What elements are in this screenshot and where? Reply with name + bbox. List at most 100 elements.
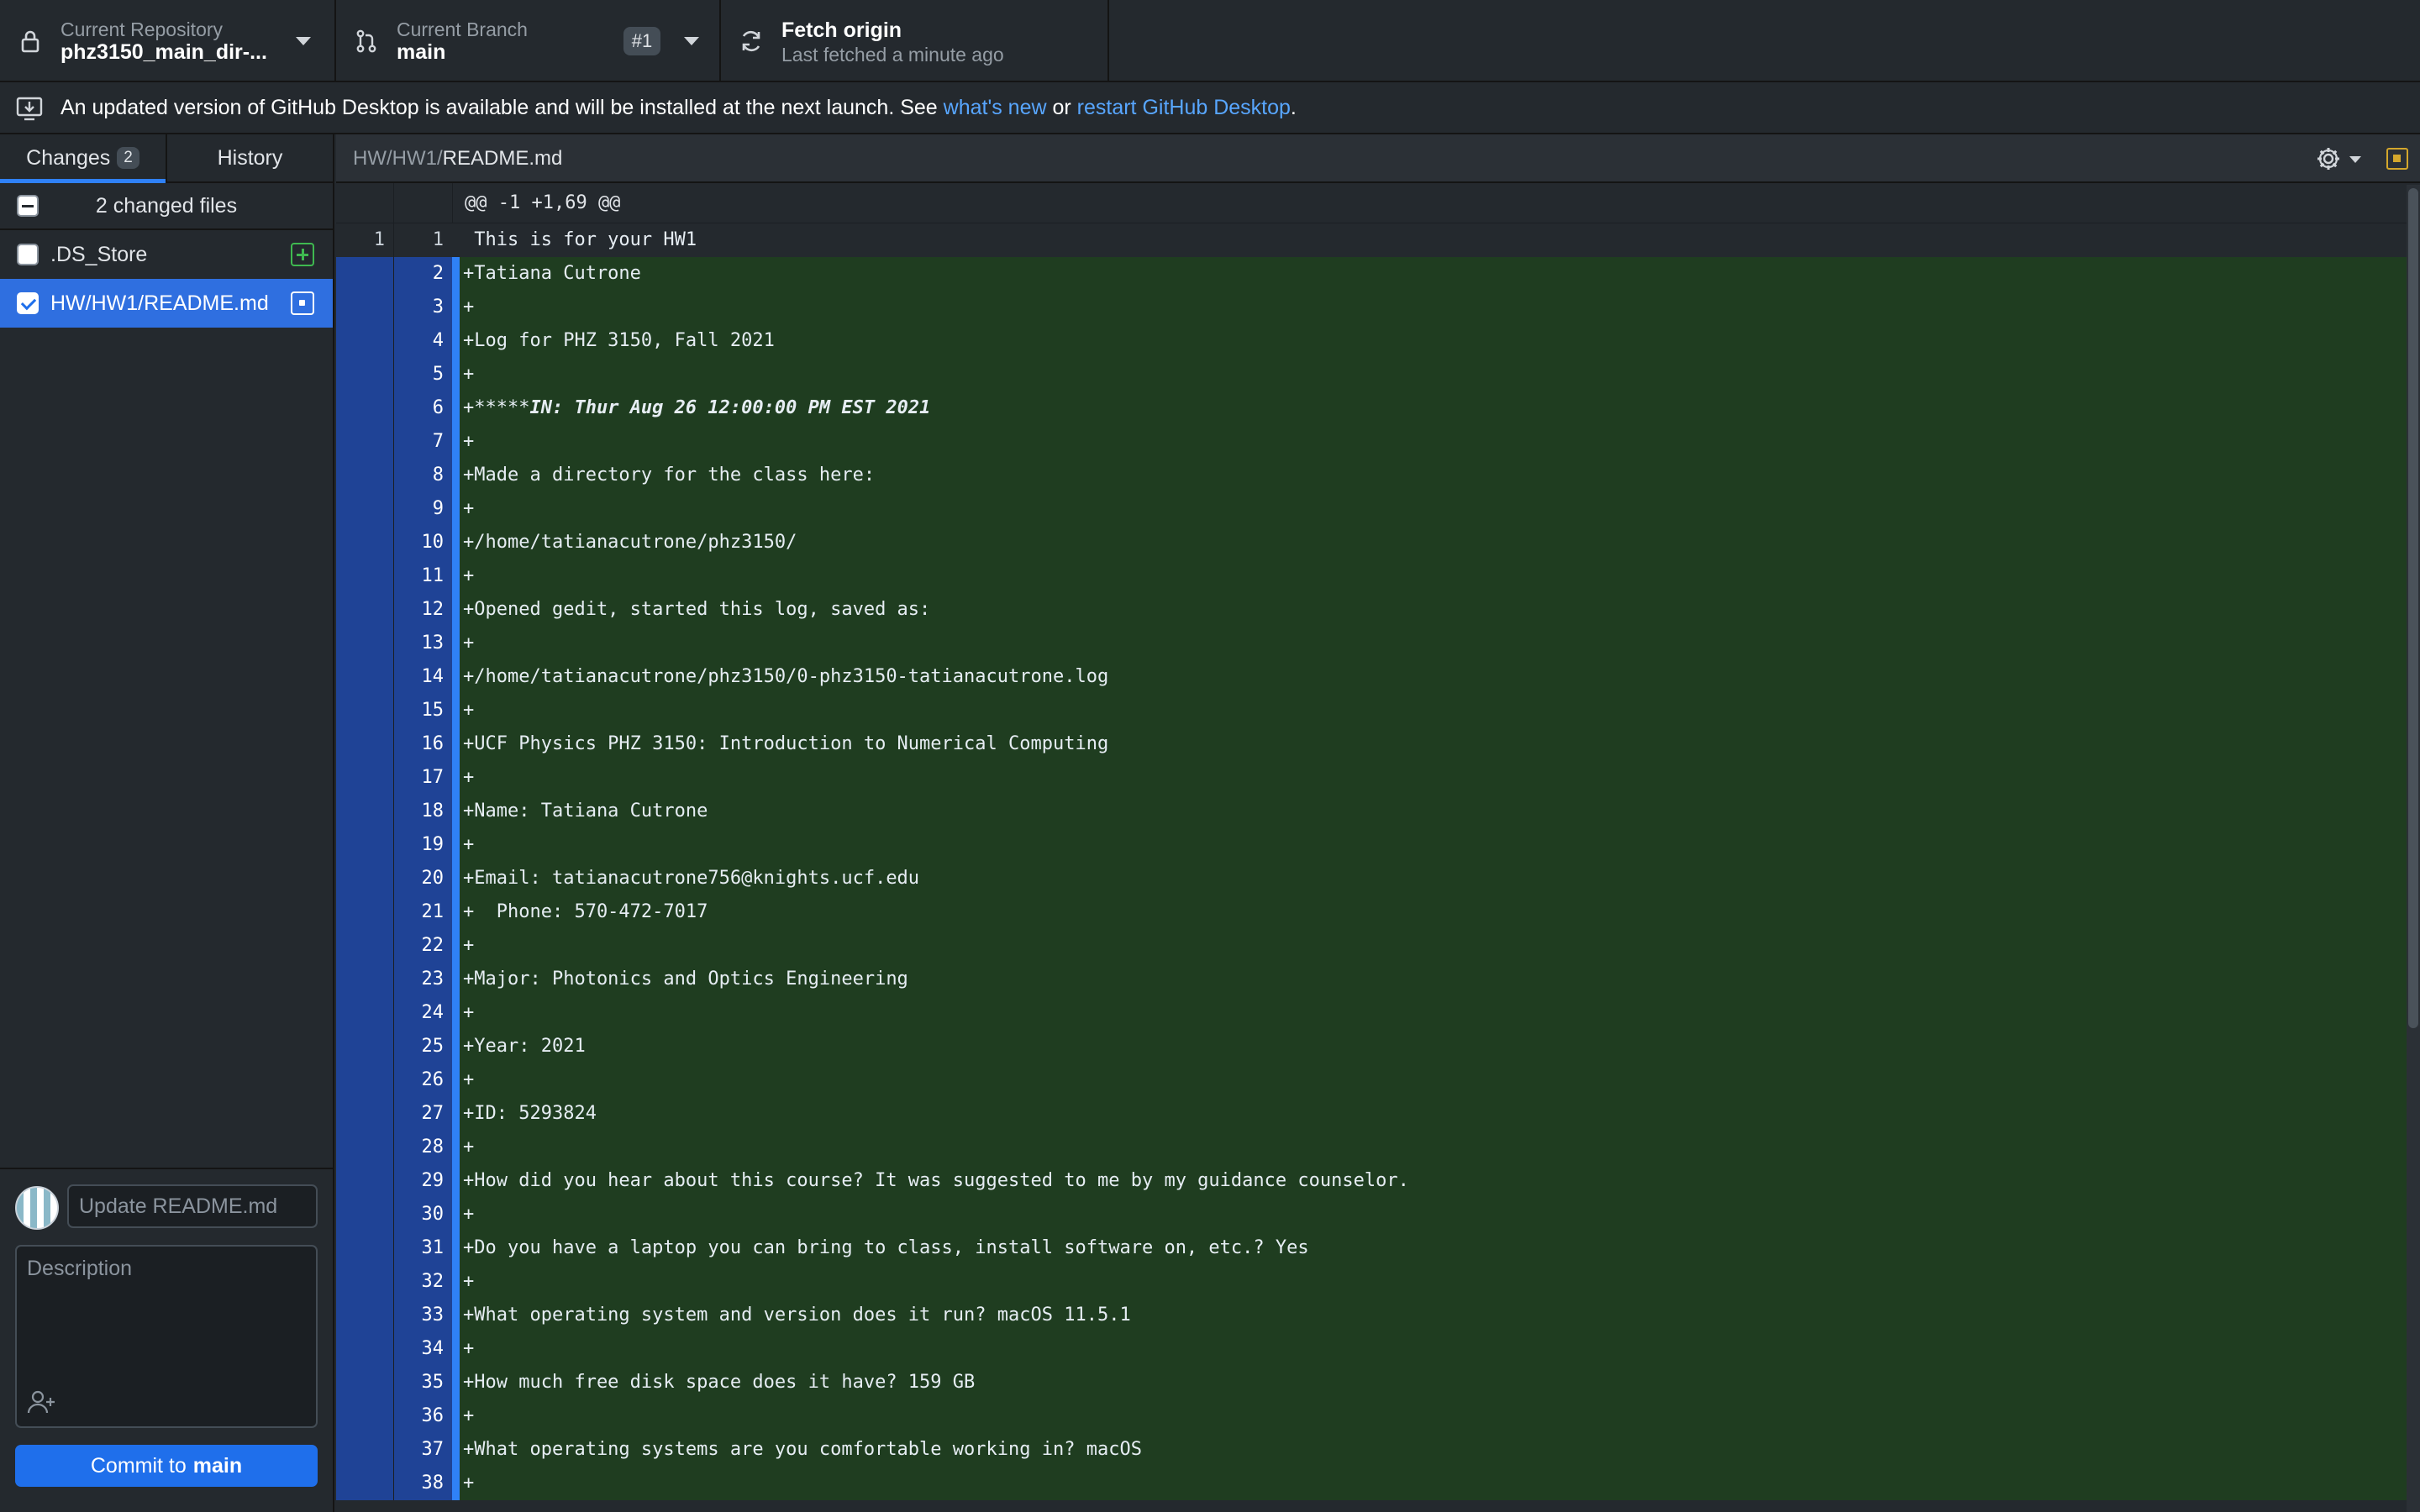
diff-line[interactable]: 29 +How did you hear about this course? I… [336, 1164, 2420, 1198]
diff-line[interactable]: 31 +Do you have a laptop you can bring to… [336, 1231, 2420, 1265]
diff-line[interactable]: 28 + [336, 1131, 2420, 1164]
diff-line[interactable]: 12 +Opened gedit, started this log, saved… [336, 593, 2420, 627]
diff-options-button[interactable] [2316, 146, 2361, 171]
whitespace-toggle-icon[interactable] [2386, 148, 2408, 170]
diff-line[interactable]: 21 + Phone: 570-472-7017 [336, 895, 2420, 929]
diff-line[interactable]: 5 + [336, 358, 2420, 391]
current-branch-button[interactable]: Current Branch main #1 [336, 0, 721, 81]
diff-line[interactable]: 20 +Email: tatianacutrone756@knights.ucf.… [336, 862, 2420, 895]
line-code: +Tatiana Cutrone [460, 257, 2420, 291]
diff-line[interactable]: 4 +Log for PHZ 3150, Fall 2021 [336, 324, 2420, 358]
line-text: + [463, 633, 475, 654]
old-line-number [336, 1299, 393, 1332]
line-code: + [460, 425, 2420, 459]
commit-button[interactable]: Commit to main [15, 1445, 318, 1487]
diff-line[interactable]: 36 + [336, 1399, 2420, 1433]
commit-summary-input[interactable]: Update README.md [67, 1184, 318, 1228]
tab-history[interactable]: History [166, 134, 333, 181]
fetch-title: Fetch origin [781, 18, 902, 42]
select-all-checkbox[interactable] [17, 195, 39, 217]
line-marker [452, 1164, 460, 1198]
diff-line[interactable]: 26 + [336, 1063, 2420, 1097]
whats-new-link[interactable]: what's new [944, 96, 1047, 119]
line-text: +/home/tatianacutrone/phz3150/ [463, 532, 797, 553]
file-checkbox[interactable] [17, 292, 39, 314]
new-line-number: 3 [393, 291, 452, 324]
file-path-name: README.md [442, 147, 563, 170]
line-emphasis: IN: Thur Aug 26 12:00:00 PM EST 2021 [529, 397, 931, 418]
diff-line[interactable]: 13 + [336, 627, 2420, 660]
restart-link[interactable]: restart GitHub Desktop [1077, 96, 1291, 119]
diff-line[interactable]: 6 +*****IN: Thur Aug 26 12:00:00 PM EST 2… [336, 391, 2420, 425]
diff-line[interactable]: 30 + [336, 1198, 2420, 1231]
tab-changes[interactable]: Changes 2 [0, 134, 166, 183]
commit-button-branch: main [192, 1453, 243, 1478]
fetch-origin-button[interactable]: Fetch origin Last fetched a minute ago [721, 0, 1109, 81]
diff-line[interactable]: 27 +ID: 5293824 [336, 1097, 2420, 1131]
diff-line[interactable]: 25 +Year: 2021 [336, 1030, 2420, 1063]
line-text: +Year: 2021 [463, 1036, 586, 1057]
diff-line[interactable]: 2 +Tatiana Cutrone [336, 257, 2420, 291]
line-code: +/home/tatianacutrone/phz3150/0-phz3150-… [460, 660, 2420, 694]
diff-line[interactable]: 8 +Made a directory for the class here: [336, 459, 2420, 492]
diff-line[interactable]: 19 + [336, 828, 2420, 862]
add-coauthor-icon[interactable] [27, 1389, 55, 1415]
diff-line[interactable]: 24 + [336, 996, 2420, 1030]
diff-header: HW/HW1/README.md [336, 134, 2420, 183]
gutter-old [336, 183, 393, 223]
commit-panel: Update README.md Description Commit to ma… [0, 1168, 334, 1512]
new-line-number: 21 [393, 895, 452, 929]
file-row-ds-store[interactable]: .DS_Store [0, 230, 333, 279]
file-row-readme[interactable]: HW/HW1/README.md [0, 279, 333, 328]
diff-line[interactable]: 38 + [336, 1467, 2420, 1500]
diff-line[interactable]: 10 +/home/tatianacutrone/phz3150/ [336, 526, 2420, 559]
commit-description-field[interactable]: Description [15, 1245, 318, 1428]
line-marker [452, 963, 460, 996]
file-name: .DS_Store [50, 242, 148, 266]
line-marker [452, 1030, 460, 1063]
line-text: +Email: tatianacutrone756@knights.ucf.ed… [463, 868, 920, 889]
chevron-down-icon[interactable] [684, 37, 699, 45]
diff-line[interactable]: 34 + [336, 1332, 2420, 1366]
current-repository-button[interactable]: Current Repository phz3150_main_dir-... [0, 0, 336, 81]
branch-label: Current Branch [397, 18, 528, 40]
diff-line[interactable]: 33 +What operating system and version doe… [336, 1299, 2420, 1332]
diff-line[interactable]: 3 + [336, 291, 2420, 324]
line-code: +/home/tatianacutrone/phz3150/ [460, 526, 2420, 559]
gear-icon [2317, 148, 2339, 170]
diff-line[interactable]: 11 This is for your HW1 [336, 223, 2420, 257]
old-line-number [336, 828, 393, 862]
pull-request-badge[interactable]: #1 [623, 27, 660, 55]
diff-line[interactable]: 22 + [336, 929, 2420, 963]
line-text: + [463, 935, 475, 956]
diff-line[interactable]: 23 +Major: Photonics and Optics Engineeri… [336, 963, 2420, 996]
diff-line[interactable]: 35 +How much free disk space does it have… [336, 1366, 2420, 1399]
line-text: + [463, 1271, 475, 1292]
diff-body: @@ -1 +1,69 @@ 11 This is for your HW1 2 +… [336, 183, 2420, 1500]
line-code: + [460, 1198, 2420, 1231]
diff-line[interactable]: 15 + [336, 694, 2420, 727]
file-checkbox[interactable] [17, 244, 39, 265]
diff-line[interactable]: 14 +/home/tatianacutrone/phz3150/0-phz315… [336, 660, 2420, 694]
diff-line[interactable]: 11 + [336, 559, 2420, 593]
line-marker [452, 391, 460, 425]
line-code: +*****IN: Thur Aug 26 12:00:00 PM EST 20… [460, 391, 2420, 425]
line-marker [452, 324, 460, 358]
diff-line[interactable]: 16 +UCF Physics PHZ 3150: Introduction to… [336, 727, 2420, 761]
line-marker [452, 526, 460, 559]
diff-line[interactable]: 37 +What operating systems are you comfor… [336, 1433, 2420, 1467]
diff-line[interactable]: 18 +Name: Tatiana Cutrone [336, 795, 2420, 828]
line-marker [452, 459, 460, 492]
scrollbar-thumb[interactable] [2408, 188, 2418, 1028]
line-text: +Opened gedit, started this log, saved a… [463, 599, 931, 620]
file-path-dir: HW/HW1/ [353, 147, 443, 170]
diff-line[interactable]: 9 + [336, 492, 2420, 526]
new-line-number: 7 [393, 425, 452, 459]
update-banner: An updated version of GitHub Desktop is … [0, 82, 2420, 134]
diff-line[interactable]: 17 + [336, 761, 2420, 795]
diff-line[interactable]: 7 + [336, 425, 2420, 459]
line-text: +How did you hear about this course? It … [463, 1170, 1409, 1191]
old-line-number [336, 660, 393, 694]
diff-line[interactable]: 32 + [336, 1265, 2420, 1299]
old-line-number [336, 1198, 393, 1231]
